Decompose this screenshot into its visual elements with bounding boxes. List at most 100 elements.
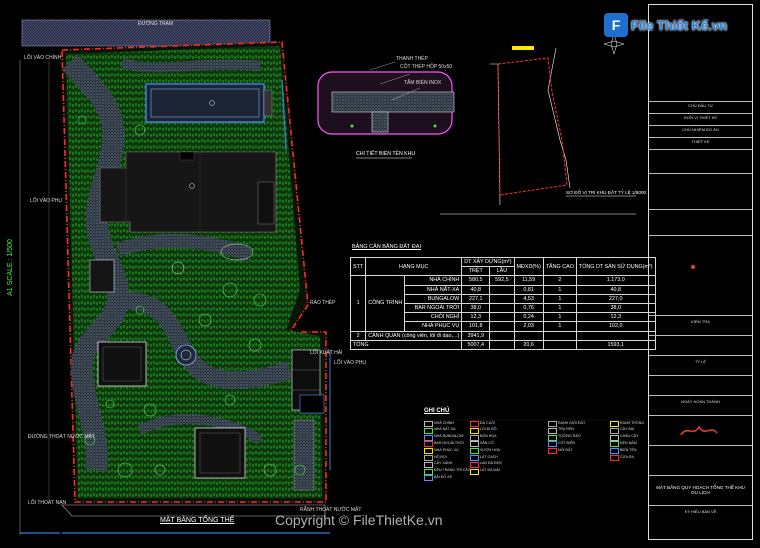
legend-item: CỘT ĐIỆN xyxy=(558,440,576,445)
th-floor-area: TỔNG DT SÀN SỬ DỤNG(m²) xyxy=(575,256,656,277)
side-label-exit: LỐI XUẤT HẢI xyxy=(310,350,343,356)
company-logo-icon xyxy=(680,425,718,436)
th-name: HẠNG MỤC xyxy=(365,256,463,277)
legend-item: NHÀ BUNGALOW xyxy=(434,434,464,439)
legend-symbol xyxy=(470,427,479,434)
legend-symbol xyxy=(610,434,619,441)
sign-section-detail xyxy=(317,61,455,159)
section-detail-title: CHI TIẾT BIỂN TÊN KHU xyxy=(356,151,416,157)
legend-symbol xyxy=(548,441,557,448)
legend-symbol xyxy=(424,461,433,468)
legend-item: BIỂN TÊN xyxy=(620,447,637,452)
location-map-title: SƠ ĐỒ VỊ TRÍ KHU ĐẤT TỶ LỆ 1/5000 xyxy=(566,190,647,195)
legend-item: TƯỜNG RÀO xyxy=(558,434,581,439)
th-upper: LẦU xyxy=(489,266,515,277)
legend-symbol xyxy=(610,448,619,455)
legend-symbol xyxy=(424,421,433,427)
tb-field-check: KIỂM TRA xyxy=(691,319,710,324)
legend-item: BAR NGOÀI TRỜI xyxy=(434,440,464,445)
table-total-row: TỔNG 5007,4 20,6 1593,1 xyxy=(349,339,656,350)
legend-symbol xyxy=(424,434,433,441)
legend-symbol xyxy=(610,455,619,461)
legend-item: NỐI ĐẤT xyxy=(558,447,573,452)
legend-symbol xyxy=(548,448,557,455)
legend-symbol xyxy=(470,461,479,468)
legend-item: NHÀ NẤT-XA xyxy=(434,427,456,432)
legend-item: LỐI ĐI BỘ xyxy=(480,427,497,432)
table-row: 1 CÔNG TRÌNH NHÀ CHÍNH 580,5 592,5 11,59… xyxy=(349,275,656,332)
legend-symbol xyxy=(470,468,479,475)
top-road-label: ĐƯỜNG TRẠM xyxy=(138,21,174,27)
title-block: CHỦ ĐẦU TƯ ĐƠN VỊ THIẾT KẾ CHỦ NHIỆM ĐỒ … xyxy=(648,4,753,540)
legend-symbol xyxy=(470,434,479,441)
legend-symbol xyxy=(610,421,619,427)
legend-item: LÁT ĐÁ MÀI xyxy=(480,468,500,473)
legend-symbol xyxy=(424,427,433,434)
watermark-logo-text: File Thiết Kế.vn xyxy=(631,17,728,33)
plan-title: MẶT BẰNG TỔNG THỂ xyxy=(160,517,235,524)
tb-field-date: NGÀY HOÀN THÀNH xyxy=(681,399,720,404)
tb-field-manager: CHỦ NHIỆM ĐỒ ÁN xyxy=(682,127,719,132)
legend-item: CÂY XANH xyxy=(434,461,453,466)
main-building xyxy=(99,151,277,233)
legend-symbol xyxy=(548,434,557,441)
legend-symbol xyxy=(548,421,557,427)
legend-symbol xyxy=(424,455,433,461)
tb-field-design: THIẾT KẾ xyxy=(691,139,710,144)
tb-field-scale: TỶ LỆ xyxy=(694,359,707,364)
legend-symbol xyxy=(610,441,619,448)
table-title: BẢNG CÂN BẰNG ĐẤT ĐAI xyxy=(352,244,421,250)
legend-item: RANH TRỒNG xyxy=(620,420,645,425)
section-callout-1: THANH THÉP xyxy=(396,56,428,62)
scale-label: A1 SCALE : 1/500 xyxy=(6,239,14,296)
legend-symbol xyxy=(424,448,433,455)
legend-item: ĐÈN NẤM xyxy=(620,440,637,445)
swimming-pool xyxy=(145,83,273,123)
th-area: DT XÂY DỰNG(m²) xyxy=(461,256,515,268)
table-header-row: STT HẠNG MỤC DT XÂY DỰNG(m²) MĐXD(%) TẦN… xyxy=(349,256,656,277)
th-ground: TRỆT xyxy=(461,266,491,277)
legend-item: LAN ĐÁ ĐẸN xyxy=(480,461,502,466)
legend-item: ĐÁ CUỘI xyxy=(480,420,495,425)
group-label: CÔNG TRÌNH xyxy=(365,275,406,332)
legend-symbol xyxy=(470,441,479,448)
legend-item: NHÀ PHỤC VỤ xyxy=(434,447,459,452)
legend-symbol xyxy=(470,448,479,455)
tb-field-code: KÝ HIỆU BẢN VẼ xyxy=(684,509,717,514)
legend-item: BỒN HOA xyxy=(480,434,497,439)
watermark-logo: F File Thiết Kế.vn xyxy=(604,8,727,42)
legend-symbol xyxy=(424,475,433,482)
legend-item: RANH GIỚI ĐẤT xyxy=(558,420,586,425)
th-floors: TẦNG CAO xyxy=(542,256,577,277)
section-callout-3: TẤM BIỂN INOX xyxy=(404,80,442,86)
legend-item: CỬA RA xyxy=(620,454,634,459)
tb-field-owner: CHỦ ĐẦU TƯ xyxy=(687,103,714,108)
legend-item: LÁT GẠCH xyxy=(480,454,498,459)
legend-item: CÂY BỤI xyxy=(620,427,635,432)
gate-label-side-1: LỐI VÀO PHỤ xyxy=(30,198,62,204)
legend-item: TRỤ ĐÈN xyxy=(558,427,574,432)
location-map xyxy=(440,33,636,215)
table-row: 2 CẢNH QUAN (công viên, lối đi dạo,...) … xyxy=(349,330,656,341)
legend-symbol xyxy=(424,468,433,475)
legend-symbol xyxy=(610,427,619,434)
gate-label-exit: LỐI THOÁT NẠN xyxy=(28,500,67,506)
legend-symbol xyxy=(548,427,557,434)
legend-item: VƯỜN HOA xyxy=(480,447,500,452)
th-density: MĐXD(%) xyxy=(513,256,544,277)
legend-symbol xyxy=(470,455,479,461)
legend-symbol xyxy=(424,441,433,448)
side-label-fence: RÀO THÉP xyxy=(310,300,336,306)
legend-item: ĐÈN TRANG TRÍ CÂY xyxy=(434,468,471,473)
th-stt: STT xyxy=(349,256,367,277)
legend-title: GHI CHÚ xyxy=(424,408,450,414)
gate-label-main: LỐI VÀO CHÍNH xyxy=(24,55,62,61)
legend-item: CHẬU CÂY xyxy=(620,434,639,439)
tb-field-designer: ĐƠN VỊ THIẾT KẾ xyxy=(683,115,718,120)
red-dot-icon xyxy=(691,265,695,269)
side-label-drain-left: ĐƯỜNG THOÁT NƯỚC MẶT xyxy=(28,434,95,440)
gate-label-side-2: LỐI VÀO PHỤ xyxy=(334,360,366,366)
watermark-copyright: Copyright © FileThietKe.vn xyxy=(275,512,443,528)
file-icon: F xyxy=(604,13,628,37)
legend-item: BÃI ĐỖ XE xyxy=(434,474,452,479)
